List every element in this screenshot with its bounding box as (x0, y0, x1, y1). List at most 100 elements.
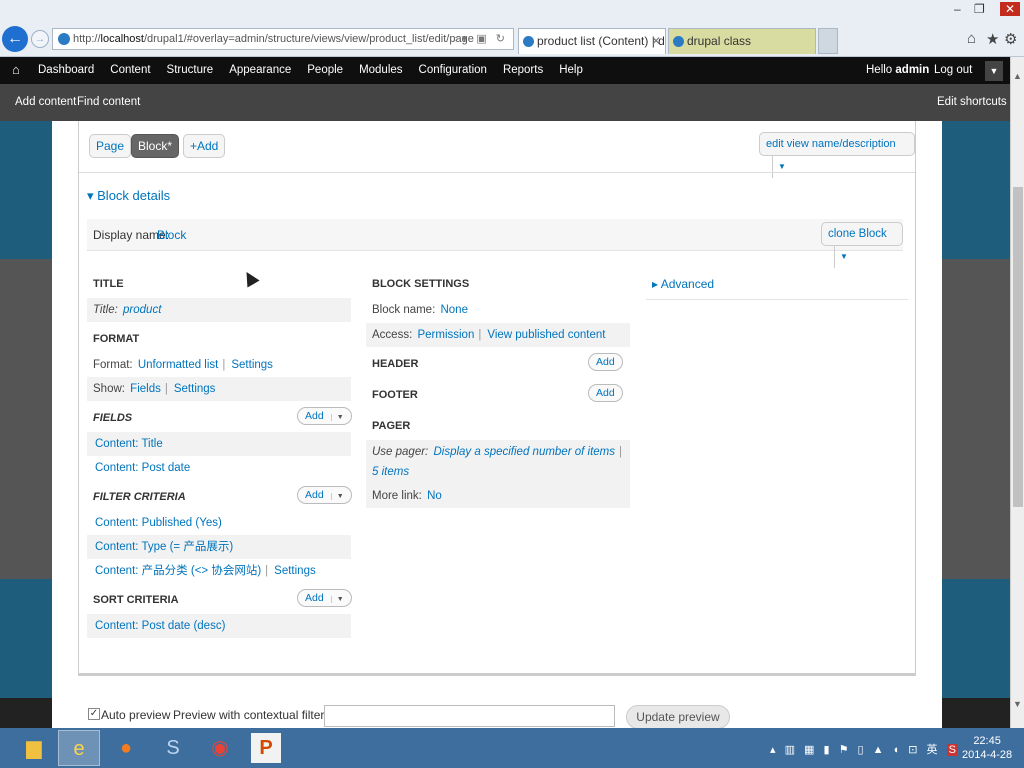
toolbar-toggle-icon[interactable]: ▼ (985, 61, 1003, 81)
firefox-icon[interactable]: ● (105, 730, 147, 766)
add-sort-button[interactable]: Add ▼ (297, 589, 352, 607)
new-tab-button[interactable] (818, 28, 838, 54)
filter-item: Content: 产品分类 (<> 协会网站) | Settings (95, 565, 316, 577)
filter-criteria-heading: FILTER CRITERIA (93, 491, 186, 503)
scrollbar-thumb[interactable] (1013, 187, 1023, 507)
scroll-up-icon[interactable]: ▲ (1013, 71, 1022, 81)
format-heading: FORMAT (93, 333, 140, 345)
format-settings-link[interactable]: Settings (231, 359, 273, 371)
edit-view-name-button[interactable]: edit view name/description▼ (759, 132, 915, 178)
forward-arrow-icon[interactable]: → (31, 30, 49, 48)
filter-settings-link[interactable]: Settings (274, 565, 316, 577)
powerpoint-icon[interactable]: P (251, 733, 281, 763)
filter-category-link[interactable]: Content: 产品分类 (<> 协会网站) (95, 565, 261, 577)
system-tray[interactable]: ▴ ▥ ▦ ▮ ⚑ ▯ ▲ ◖ ⊡ 英 S (770, 741, 958, 757)
menu-structure[interactable]: Structure (167, 64, 214, 76)
dropdown-caret-icon[interactable]: ▼ (772, 156, 786, 178)
menu-modules[interactable]: Modules (359, 64, 402, 76)
home-icon[interactable]: ⌂ (12, 62, 20, 77)
settings-gear-icon[interactable]: ⚙ (1004, 30, 1017, 48)
close-window-icon[interactable]: ✕ (1000, 2, 1021, 16)
title-row: Title: product (87, 298, 351, 322)
tab-block-display[interactable]: Block* (131, 134, 180, 158)
filter-type-link[interactable]: Content: Type (= 产品展示) (95, 541, 233, 553)
more-link-value[interactable]: No (427, 490, 442, 502)
block-name-link[interactable]: None (440, 304, 468, 316)
header-heading: HEADER (372, 358, 419, 370)
search-refresh-icon[interactable]: ⌕▾ ▣ ↻ (453, 32, 508, 46)
scroll-down-icon[interactable]: ▼ (1013, 699, 1022, 709)
chrome-icon[interactable]: ◉ (199, 730, 241, 766)
tab-product-list[interactable]: product list (Content) | dr... ✕ (518, 28, 666, 54)
internet-explorer-icon[interactable]: e (58, 730, 100, 766)
address-bar[interactable]: http://localhost/drupal1/#overlay=admin/… (52, 28, 514, 50)
shortcut-find-content[interactable]: Find content (77, 96, 140, 108)
access-permission-link[interactable]: Permission (417, 329, 474, 341)
edit-shortcuts-link[interactable]: Edit shortcuts (937, 96, 1007, 108)
tab-page-display[interactable]: Page (89, 134, 132, 158)
display-name-link[interactable]: Block (157, 228, 186, 242)
update-preview-button[interactable]: Update preview (626, 705, 730, 729)
add-filter-button[interactable]: Add ▼ (297, 486, 352, 504)
auto-preview-checkbox[interactable]: ✓ (88, 708, 100, 720)
menu-people[interactable]: People (307, 64, 343, 76)
minimize-icon[interactable]: – (954, 2, 961, 16)
tab-drupal-class[interactable]: drupal class (668, 28, 816, 54)
more-link-row: More link: No (366, 484, 630, 508)
dropdown-caret-icon[interactable]: ▼ (330, 414, 344, 421)
dropdown-caret-icon[interactable]: ▼ (330, 493, 344, 500)
ime-indicator[interactable]: 英 (927, 744, 941, 756)
favorites-star-icon[interactable]: ★ (986, 30, 999, 48)
filter-published-link[interactable]: Content: Published (Yes) (95, 517, 222, 529)
add-field-button[interactable]: Add ▼ (297, 407, 352, 425)
add-footer-button[interactable]: Add (588, 384, 623, 402)
contextual-filters-label: Preview with contextual filters: (173, 708, 334, 722)
drupal-favicon-icon (58, 33, 70, 45)
file-explorer-icon[interactable]: ▆ (13, 730, 55, 766)
menu-appearance[interactable]: Appearance (229, 64, 291, 76)
wps-icon[interactable]: S (946, 744, 958, 756)
windows-taskbar: ▆ e ● S ◉ P ▴ ▥ ▦ ▮ ⚑ ▯ ▲ ◖ ⊡ 英 S 22:45 … (0, 728, 1024, 768)
advanced-toggle[interactable]: ▸ Advanced (652, 277, 714, 291)
access-row: Access: Permission | View published conten… (366, 323, 630, 347)
page-scrollbar[interactable]: ▲ ▼ (1010, 57, 1024, 728)
menu-configuration[interactable]: Configuration (419, 64, 487, 76)
block-settings-heading: BLOCK SETTINGS (372, 278, 470, 290)
field-title-link[interactable]: Content: Title (95, 438, 163, 450)
home-icon[interactable]: ⌂ (967, 30, 976, 47)
clone-block-button[interactable]: clone Block▼ (821, 222, 903, 268)
title-link[interactable]: product (123, 304, 161, 316)
menu-content[interactable]: Content (110, 64, 150, 76)
preview-bar: ✓ Auto preview Preview with contextual f… (88, 705, 788, 729)
auto-preview-label: Auto preview (101, 708, 171, 722)
block-details-toggle[interactable]: ▾ Block details (87, 188, 170, 204)
shortcuts-bar: Add content Find content Edit shortcuts (0, 84, 1024, 121)
dropdown-caret-icon[interactable]: ▼ (330, 596, 344, 603)
drupal-favicon-icon (673, 36, 684, 47)
username-link[interactable]: admin (895, 64, 929, 76)
show-fields-link[interactable]: Fields (130, 383, 161, 395)
sort-post-date-link[interactable]: Content: Post date (desc) (95, 620, 225, 632)
back-arrow-icon[interactable]: ← (2, 26, 28, 52)
sort-item: Content: Post date (desc) (87, 614, 351, 638)
menu-dashboard[interactable]: Dashboard (38, 64, 94, 76)
skype-icon[interactable]: S (152, 730, 194, 766)
format-link[interactable]: Unformatted list (138, 359, 219, 371)
shortcut-add-content[interactable]: Add content (15, 96, 76, 108)
advanced-section: ▸ Advanced (646, 266, 908, 300)
contextual-filters-input[interactable] (324, 705, 615, 727)
add-display-button[interactable]: +Add (183, 134, 226, 158)
dropdown-caret-icon[interactable]: ▼ (834, 246, 848, 268)
use-pager-link[interactable]: Display a specified number of items (433, 446, 615, 458)
access-view-published-link[interactable]: View published content (487, 329, 605, 341)
logout-link[interactable]: Log out (934, 64, 972, 76)
pager-items-link[interactable]: 5 items (372, 466, 409, 478)
system-clock[interactable]: 22:45 2014-4-28 (962, 734, 1012, 762)
add-header-button[interactable]: Add (588, 353, 623, 371)
menu-reports[interactable]: Reports (503, 64, 543, 76)
menu-help[interactable]: Help (559, 64, 583, 76)
show-settings-link[interactable]: Settings (174, 383, 216, 395)
field-post-date-link[interactable]: Content: Post date (95, 462, 190, 474)
close-tab-icon[interactable]: ✕ (651, 29, 661, 53)
restore-icon[interactable]: ❐ (974, 2, 985, 16)
